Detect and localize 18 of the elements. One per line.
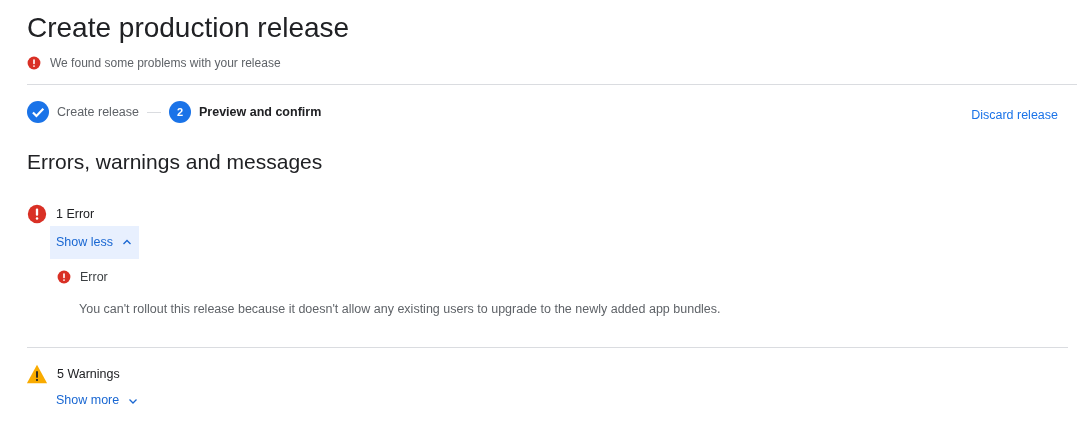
issue-title: Error <box>80 268 108 286</box>
check-circle-icon <box>27 101 49 124</box>
toggle-button[interactable]: Show more <box>50 385 146 417</box>
toggle-button[interactable]: Show less <box>50 225 139 259</box>
step-label: Preview and confirm <box>199 104 322 121</box>
step-label: Create release <box>57 104 139 121</box>
warning-icon <box>26 363 48 386</box>
error-icon <box>27 56 41 70</box>
discard-link[interactable]: Discard release <box>971 106 1058 125</box>
group-title: 1 Error <box>56 205 95 223</box>
status-message: We found some problems with your release <box>50 55 281 72</box>
error-icon <box>57 270 71 285</box>
issue-message: You can't rollout this release because it doesn't allow any existing users to upgrade to the newly added app bundles. <box>79 301 722 319</box>
section-heading: Errors, warnings and messages <box>27 148 324 174</box>
step-number: 2 <box>169 101 191 124</box>
group-title: 5 Warnings <box>57 365 120 383</box>
error-icon <box>27 203 47 224</box>
page-title: Create production release <box>27 11 351 45</box>
